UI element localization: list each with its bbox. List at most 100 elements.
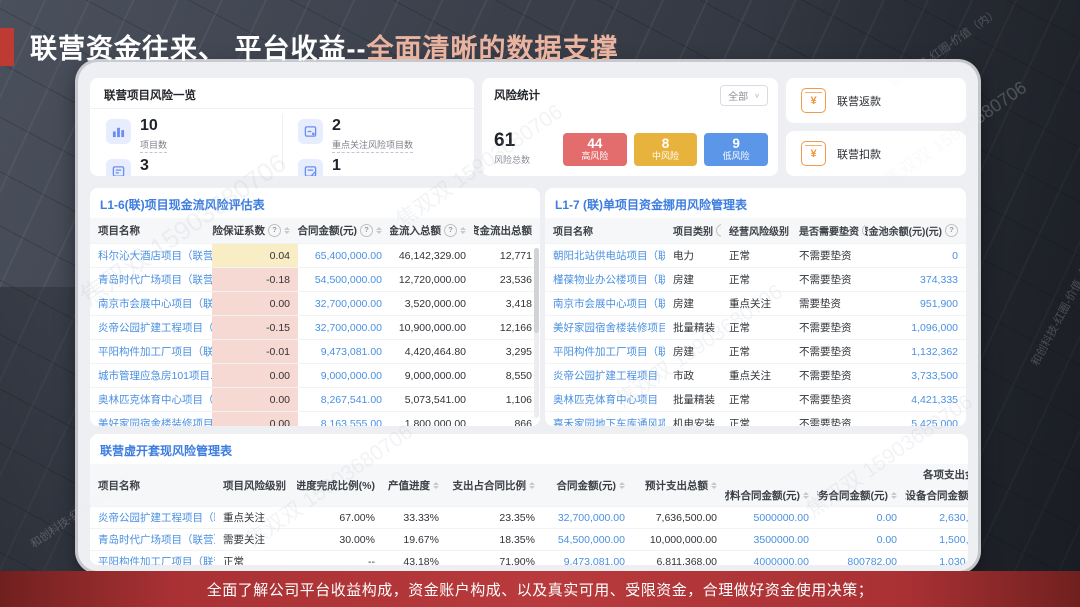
machine-amount-link[interactable]: 1,500,000	[939, 534, 968, 546]
contract-amount-link[interactable]: 9,473,081.00	[564, 556, 625, 566]
sort-icon[interactable]	[460, 227, 466, 234]
labor-amount-link[interactable]: 0.00	[877, 512, 897, 524]
machine-amount-link[interactable]: 2,630,000	[939, 512, 968, 524]
project-name-link[interactable]: 平阳构件加工厂项目（联...	[98, 346, 212, 358]
table-row: 平阳构件加工厂项目（联...-0.019,473,081.004,420,464…	[90, 340, 540, 364]
sort-icon[interactable]	[711, 482, 717, 489]
chevron-down-icon: ∨	[754, 92, 760, 99]
estimated-cell: 6,811,368.00	[633, 551, 725, 566]
project-name-link[interactable]: 嘉禾家园地下车库通风项...	[553, 418, 665, 426]
scrollbar[interactable]	[534, 248, 539, 418]
contract-amount-link[interactable]: 65,400,000.00	[315, 250, 382, 262]
contract-amount-link[interactable]: 54,500,000.00	[558, 534, 625, 546]
material-amount-link[interactable]: 4000000.00	[754, 556, 809, 566]
money-envelope-icon: ¥	[801, 141, 826, 166]
project-name-link[interactable]: 炎帝公园扩建工程项目（...	[98, 322, 212, 334]
material-amount-link[interactable]: 5000000.00	[754, 512, 809, 524]
info-icon[interactable]: ?	[716, 224, 721, 237]
contract-amount-link[interactable]: 32,700,000.00	[558, 512, 625, 524]
estimated-cell: 7,636,500.00	[633, 507, 725, 529]
col-header: 支出占合同比例	[453, 478, 527, 493]
material-amount-link[interactable]: 3500000.00	[754, 534, 809, 546]
sort-icon[interactable]	[284, 227, 290, 234]
project-name-link[interactable]: 平阳构件加工厂项目（联营）	[98, 556, 215, 565]
project-name-link[interactable]: 科尔沁大酒店项目（联营）	[98, 250, 212, 262]
joint-refund-label: 联营返款	[837, 93, 881, 109]
table-row: 槿葆物业办公楼项目（联...房建正常不需要垫资374,333	[545, 268, 966, 292]
project-name-link[interactable]: 炎帝公园扩建工程项目（...	[553, 370, 665, 382]
project-name-link[interactable]: 青岛时代广场项目（联营）	[98, 274, 212, 286]
project-name-link[interactable]: 槿葆物业办公楼项目（联...	[553, 274, 665, 286]
sort-icon[interactable]	[529, 482, 535, 489]
info-icon[interactable]: ?	[360, 224, 373, 237]
col-header: 甲方合同金额(元)	[298, 223, 357, 238]
balance-link[interactable]: 0	[952, 250, 958, 262]
project-name-link[interactable]: 平阳构件加工厂项目（联...	[553, 346, 665, 358]
risk-filter-select[interactable]: 全部 ∨	[720, 85, 768, 106]
balance-link[interactable]: 3,733,500	[911, 370, 958, 382]
info-icon[interactable]: ?	[945, 224, 958, 237]
table-row: 青岛时代广场项目（联营） 需要关注 30.00% 19.67% 18.35% 5…	[90, 529, 968, 551]
info-icon[interactable]: ?	[268, 224, 281, 237]
table-row: 嘉禾家园地下车库通风项...机电安装正常不需要垫资5,425,000	[545, 412, 966, 427]
balance-link[interactable]: 4,421,335	[911, 394, 958, 406]
stat-risk-project-count: 3风险项目数	[90, 153, 282, 176]
table-row: 南京市会展中心项目（联...0.0032,700,000.003,520,000…	[90, 292, 540, 316]
inflow-cell: 9,000,000.00	[390, 364, 474, 388]
balance-link[interactable]: 1,096,000	[911, 322, 958, 334]
sort-icon[interactable]	[891, 492, 897, 499]
contract-amount-link[interactable]: 54,500,000.00	[315, 274, 382, 286]
col-header: 产值进度	[388, 478, 430, 493]
project-name-link[interactable]: 奥林匹克体育中心项目（...	[553, 394, 665, 406]
info-icon[interactable]: ?	[444, 224, 457, 237]
category-cell: 市政	[665, 364, 721, 388]
project-name-link[interactable]: 南京市会展中心项目（联...	[553, 298, 665, 310]
risk-stats-panel: 风险统计 全部 ∨ 61 风险总数 44 高风险 8 中风险 9 低风险	[482, 78, 778, 176]
coef-cell: 0.00	[212, 292, 298, 316]
sort-icon[interactable]	[803, 492, 809, 499]
project-name-link[interactable]: 美好家园宿舍楼装修项目...	[98, 418, 212, 426]
project-name-link[interactable]: 青岛时代广场项目（联营）	[98, 534, 215, 546]
badge-value: 44	[563, 136, 627, 151]
project-name-link[interactable]: 奥林匹克体育中心项目（...	[98, 394, 212, 406]
contract-amount-link[interactable]: 8,267,541.00	[321, 394, 382, 406]
project-name-link[interactable]: 南京市会展中心项目（联...	[98, 298, 212, 310]
group-header: 各项支出金额	[923, 469, 968, 481]
contract-amount-link[interactable]: 8,163,555.00	[321, 418, 382, 427]
contract-amount-link[interactable]: 9,473,081.00	[321, 346, 382, 358]
labor-amount-link[interactable]: 800782.00	[847, 556, 897, 566]
project-name-link[interactable]: 炎帝公园扩建工程项目（联...	[98, 512, 215, 524]
risk-total-label: 风险总数	[494, 153, 556, 166]
balance-link[interactable]: 374,333	[920, 274, 958, 286]
machine-amount-link[interactable]: 1,030,200	[939, 556, 968, 566]
advance-cell: 不需要垫资	[791, 268, 865, 292]
risk-level-cell: 重点关注	[721, 364, 791, 388]
coef-cell: 0.00	[212, 412, 298, 427]
contract-amount-link[interactable]: 9,000,000.00	[321, 370, 382, 382]
project-name-link[interactable]: 美好家园宿舍楼装修项目...	[553, 322, 665, 334]
output-cell: 19.67%	[383, 529, 447, 551]
sort-icon[interactable]	[619, 482, 625, 489]
labor-amount-link[interactable]: 0.00	[877, 534, 897, 546]
outflow-cell: 866	[474, 412, 540, 427]
balance-link[interactable]: 1,132,362	[911, 346, 958, 358]
cashflow-table-title: L1-6(联)项目现金流风险评估表	[90, 188, 540, 218]
sort-icon[interactable]	[433, 482, 439, 489]
coef-cell: -0.15	[212, 316, 298, 340]
contract-amount-link[interactable]: 32,700,000.00	[315, 322, 382, 334]
high-risk-badge: 44 高风险	[563, 133, 627, 166]
balance-link[interactable]: 951,900	[920, 298, 958, 310]
risk-doc-icon	[106, 159, 131, 176]
sort-icon[interactable]	[376, 227, 382, 234]
balance-link[interactable]: 5,425,000	[911, 418, 958, 427]
joint-refund-link[interactable]: ¥ 联营返款	[786, 78, 966, 123]
advance-cell: 不需要垫资	[791, 316, 865, 340]
project-name-link[interactable]: 城市管理应急房101项目...	[98, 370, 212, 382]
joint-deduct-link[interactable]: ¥ 联营扣款	[786, 131, 966, 176]
badge-label: 高风险	[563, 151, 627, 162]
project-name-link[interactable]: 朝阳北站供电站项目（联...	[553, 250, 665, 262]
col-header: 材料合同金额(元)	[725, 488, 800, 503]
outflow-cell: 3,418	[474, 292, 540, 316]
scrollbar-thumb[interactable]	[534, 248, 539, 333]
contract-amount-link[interactable]: 32,700,000.00	[315, 298, 382, 310]
